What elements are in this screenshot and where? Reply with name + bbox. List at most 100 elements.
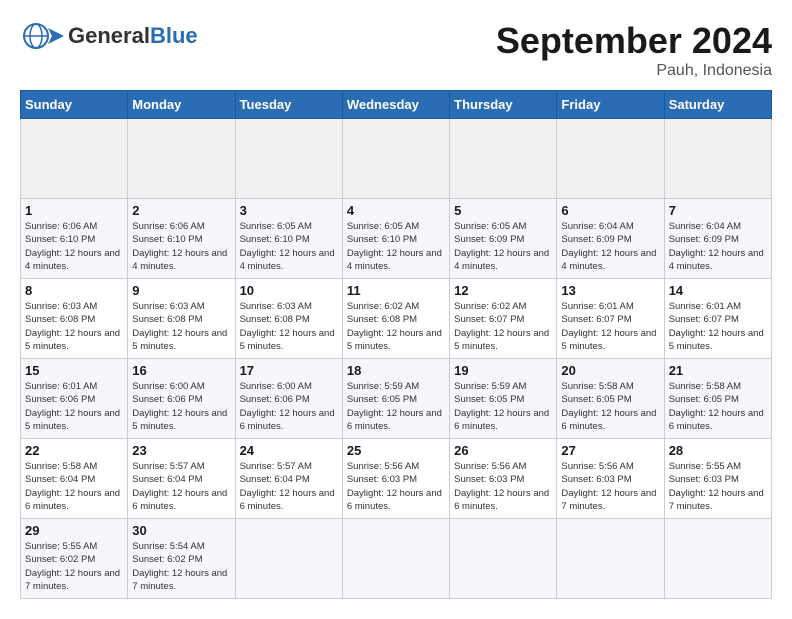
day-info: Sunrise: 5:56 AM Sunset: 6:03 PM Dayligh… bbox=[561, 460, 659, 513]
day-info: Sunrise: 6:00 AM Sunset: 6:06 PM Dayligh… bbox=[132, 380, 230, 433]
day-cell: 24 Sunrise: 5:57 AM Sunset: 6:04 PM Dayli… bbox=[235, 439, 342, 519]
calendar-header: SundayMondayTuesdayWednesdayThursdayFrid… bbox=[21, 91, 772, 119]
week-row-0 bbox=[21, 119, 772, 199]
day-number: 8 bbox=[25, 283, 123, 298]
day-number: 16 bbox=[132, 363, 230, 378]
day-number: 5 bbox=[454, 203, 552, 218]
day-cell bbox=[450, 119, 557, 199]
day-cell: 2Sunrise: 6:06 AM Sunset: 6:10 PM Daylig… bbox=[128, 199, 235, 279]
day-cell: 18Sunrise: 5:59 AM Sunset: 6:05 PM Dayli… bbox=[342, 359, 449, 439]
day-info: Sunrise: 5:55 AM Sunset: 6:03 PM Dayligh… bbox=[669, 460, 767, 513]
logo-icon bbox=[20, 20, 64, 52]
day-cell: 3Sunrise: 6:05 AM Sunset: 6:10 PM Daylig… bbox=[235, 199, 342, 279]
day-number: 11 bbox=[347, 283, 445, 298]
day-cell bbox=[664, 119, 771, 199]
day-info: Sunrise: 6:03 AM Sunset: 6:08 PM Dayligh… bbox=[240, 300, 338, 353]
day-number: 10 bbox=[240, 283, 338, 298]
day-cell: 15 Sunrise: 6:01 AM Sunset: 6:06 PM Dayli… bbox=[21, 359, 128, 439]
day-cell: 20 Sunrise: 5:58 AM Sunset: 6:05 PM Dayli… bbox=[557, 359, 664, 439]
day-info: Sunrise: 6:01 AM Sunset: 6:07 PM Dayligh… bbox=[561, 300, 659, 353]
title-block: September 2024 Pauh, Indonesia bbox=[496, 20, 772, 80]
day-info: Sunrise: 5:57 AM Sunset: 6:04 PM Dayligh… bbox=[132, 460, 230, 513]
day-number: 21 bbox=[669, 363, 767, 378]
logo-name: GeneralBlue bbox=[68, 24, 198, 48]
day-info: Sunrise: 5:59 AM Sunset: 6:05 PM Dayligh… bbox=[454, 380, 552, 433]
day-cell bbox=[342, 119, 449, 199]
day-info: Sunrise: 6:06 AM Sunset: 6:10 PM Dayligh… bbox=[132, 220, 230, 273]
day-cell: 12Sunrise: 6:02 AM Sunset: 6:07 PM Dayli… bbox=[450, 279, 557, 359]
header-row: SundayMondayTuesdayWednesdayThursdayFrid… bbox=[21, 91, 772, 119]
week-row-5: 29Sunrise: 5:55 AM Sunset: 6:02 PM Dayli… bbox=[21, 519, 772, 599]
col-header-sunday: Sunday bbox=[21, 91, 128, 119]
col-header-wednesday: Wednesday bbox=[342, 91, 449, 119]
day-info: Sunrise: 6:05 AM Sunset: 6:10 PM Dayligh… bbox=[347, 220, 445, 273]
day-number: 27 bbox=[561, 443, 659, 458]
day-number: 19 bbox=[454, 363, 552, 378]
day-cell bbox=[557, 519, 664, 599]
day-cell: 23 Sunrise: 5:57 AM Sunset: 6:04 PM Dayli… bbox=[128, 439, 235, 519]
day-info: Sunrise: 6:05 AM Sunset: 6:10 PM Dayligh… bbox=[240, 220, 338, 273]
day-info: Sunrise: 6:03 AM Sunset: 6:08 PM Dayligh… bbox=[132, 300, 230, 353]
day-info: Sunrise: 5:58 AM Sunset: 6:05 PM Dayligh… bbox=[669, 380, 767, 433]
page-header: GeneralBlue September 2024 Pauh, Indones… bbox=[20, 20, 772, 80]
day-cell: 4 Sunrise: 6:05 AM Sunset: 6:10 PM Daylig… bbox=[342, 199, 449, 279]
day-number: 7 bbox=[669, 203, 767, 218]
logo-text-block: GeneralBlue bbox=[68, 24, 198, 48]
day-info: Sunrise: 6:06 AM Sunset: 6:10 PM Dayligh… bbox=[25, 220, 123, 273]
day-cell: 16 Sunrise: 6:00 AM Sunset: 6:06 PM Dayli… bbox=[128, 359, 235, 439]
day-cell: 11Sunrise: 6:02 AM Sunset: 6:08 PM Dayli… bbox=[342, 279, 449, 359]
day-cell: 21 Sunrise: 5:58 AM Sunset: 6:05 PM Dayli… bbox=[664, 359, 771, 439]
day-cell: 7 Sunrise: 6:04 AM Sunset: 6:09 PM Daylig… bbox=[664, 199, 771, 279]
day-cell: 28Sunrise: 5:55 AM Sunset: 6:03 PM Dayli… bbox=[664, 439, 771, 519]
day-number: 15 bbox=[25, 363, 123, 378]
day-info: Sunrise: 5:55 AM Sunset: 6:02 PM Dayligh… bbox=[25, 540, 123, 593]
day-cell: 14Sunrise: 6:01 AM Sunset: 6:07 PM Dayli… bbox=[664, 279, 771, 359]
day-cell: 10 Sunrise: 6:03 AM Sunset: 6:08 PM Dayli… bbox=[235, 279, 342, 359]
week-row-3: 15 Sunrise: 6:01 AM Sunset: 6:06 PM Dayli… bbox=[21, 359, 772, 439]
day-cell: 26Sunrise: 5:56 AM Sunset: 6:03 PM Dayli… bbox=[450, 439, 557, 519]
day-info: Sunrise: 5:58 AM Sunset: 6:05 PM Dayligh… bbox=[561, 380, 659, 433]
day-cell bbox=[664, 519, 771, 599]
day-number: 23 bbox=[132, 443, 230, 458]
day-cell: 30 Sunrise: 5:54 AM Sunset: 6:02 PM Dayli… bbox=[128, 519, 235, 599]
day-cell: 22Sunrise: 5:58 AM Sunset: 6:04 PM Dayli… bbox=[21, 439, 128, 519]
day-number: 6 bbox=[561, 203, 659, 218]
day-number: 12 bbox=[454, 283, 552, 298]
logo: GeneralBlue bbox=[20, 20, 198, 52]
logo-blue: Blue bbox=[150, 23, 198, 48]
col-header-monday: Monday bbox=[128, 91, 235, 119]
day-number: 30 bbox=[132, 523, 230, 538]
day-cell bbox=[557, 119, 664, 199]
day-number: 14 bbox=[669, 283, 767, 298]
day-cell: 29Sunrise: 5:55 AM Sunset: 6:02 PM Dayli… bbox=[21, 519, 128, 599]
day-cell bbox=[21, 119, 128, 199]
week-row-4: 22Sunrise: 5:58 AM Sunset: 6:04 PM Dayli… bbox=[21, 439, 772, 519]
day-info: Sunrise: 6:00 AM Sunset: 6:06 PM Dayligh… bbox=[240, 380, 338, 433]
calendar-body: 1 Sunrise: 6:06 AM Sunset: 6:10 PM Daylig… bbox=[21, 119, 772, 599]
day-cell: 8Sunrise: 6:03 AM Sunset: 6:08 PM Daylig… bbox=[21, 279, 128, 359]
day-info: Sunrise: 6:04 AM Sunset: 6:09 PM Dayligh… bbox=[669, 220, 767, 273]
day-info: Sunrise: 6:04 AM Sunset: 6:09 PM Dayligh… bbox=[561, 220, 659, 273]
day-number: 20 bbox=[561, 363, 659, 378]
day-info: Sunrise: 6:01 AM Sunset: 6:06 PM Dayligh… bbox=[25, 380, 123, 433]
day-number: 13 bbox=[561, 283, 659, 298]
day-info: Sunrise: 6:05 AM Sunset: 6:09 PM Dayligh… bbox=[454, 220, 552, 273]
day-cell bbox=[128, 119, 235, 199]
day-number: 1 bbox=[25, 203, 123, 218]
day-number: 26 bbox=[454, 443, 552, 458]
day-info: Sunrise: 5:58 AM Sunset: 6:04 PM Dayligh… bbox=[25, 460, 123, 513]
location: Pauh, Indonesia bbox=[496, 62, 772, 80]
day-cell: 17 Sunrise: 6:00 AM Sunset: 6:06 PM Dayli… bbox=[235, 359, 342, 439]
day-info: Sunrise: 5:57 AM Sunset: 6:04 PM Dayligh… bbox=[240, 460, 338, 513]
day-cell: 19 Sunrise: 5:59 AM Sunset: 6:05 PM Dayli… bbox=[450, 359, 557, 439]
day-info: Sunrise: 5:54 AM Sunset: 6:02 PM Dayligh… bbox=[132, 540, 230, 593]
day-number: 17 bbox=[240, 363, 338, 378]
month-title: September 2024 bbox=[496, 20, 772, 62]
day-number: 25 bbox=[347, 443, 445, 458]
day-cell bbox=[235, 119, 342, 199]
day-number: 9 bbox=[132, 283, 230, 298]
day-number: 24 bbox=[240, 443, 338, 458]
day-number: 4 bbox=[347, 203, 445, 218]
day-cell: 5 Sunrise: 6:05 AM Sunset: 6:09 PM Daylig… bbox=[450, 199, 557, 279]
col-header-saturday: Saturday bbox=[664, 91, 771, 119]
